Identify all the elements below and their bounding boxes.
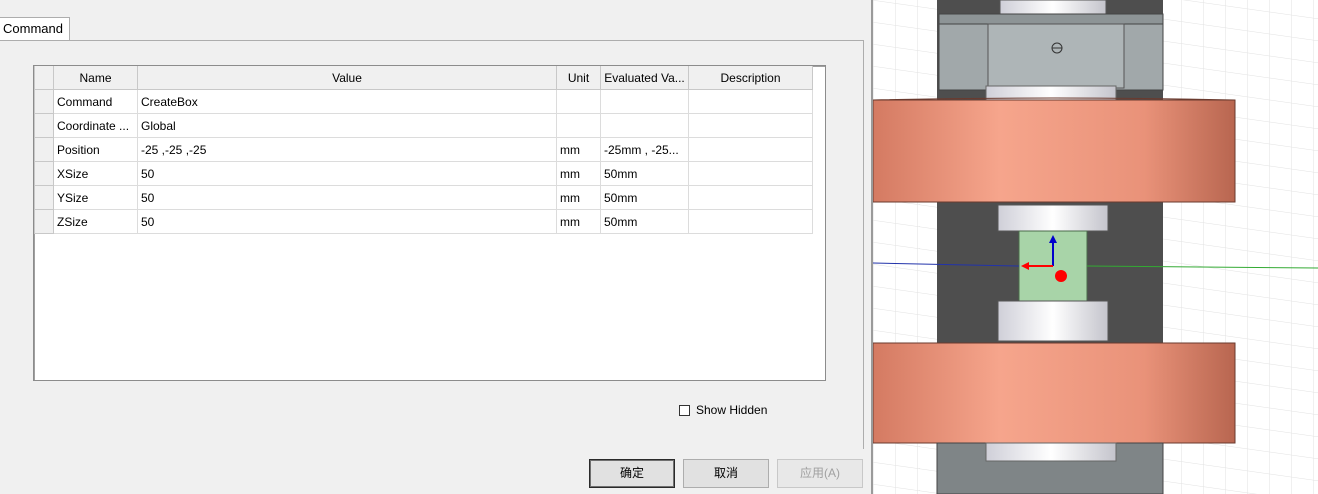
row-header[interactable] xyxy=(34,209,54,234)
cell-name: Command xyxy=(53,89,138,114)
cell-name: Coordinate ... xyxy=(53,113,138,138)
column-header-evaluated-value[interactable]: Evaluated Va... xyxy=(600,66,689,90)
column-header-description[interactable]: Description xyxy=(688,66,813,90)
cell-unit[interactable]: mm xyxy=(556,185,601,210)
cell-name: XSize xyxy=(53,161,138,186)
cell-evaluated: -25mm , -25... xyxy=(600,137,689,162)
cancel-button[interactable]: 取消 xyxy=(683,459,769,488)
cell-description[interactable] xyxy=(688,113,813,138)
cell-value[interactable]: Global xyxy=(137,113,557,138)
cell-evaluated: 50mm xyxy=(600,209,689,234)
viewport-canvas[interactable] xyxy=(873,0,1318,494)
row-header[interactable] xyxy=(34,113,54,138)
cell-name: YSize xyxy=(53,185,138,210)
model-viewport[interactable] xyxy=(873,0,1318,494)
show-hidden-checkbox[interactable]: Show Hidden xyxy=(679,403,767,417)
cell-description[interactable] xyxy=(688,161,813,186)
row-header[interactable] xyxy=(34,161,54,186)
table-header-row: Name Value Unit Evaluated Va... Descript… xyxy=(34,66,813,90)
table-row[interactable]: Coordinate ... Global xyxy=(34,113,813,138)
table-row[interactable]: YSize 50 mm 50mm xyxy=(34,185,813,210)
cell-evaluated xyxy=(600,113,689,138)
cell-unit[interactable] xyxy=(556,113,601,138)
ok-button[interactable]: 确定 xyxy=(589,459,675,488)
cell-evaluated: 50mm xyxy=(600,161,689,186)
cell-value[interactable]: 50 xyxy=(137,209,557,234)
apply-button[interactable]: 应用(A) xyxy=(777,459,863,488)
column-header-name[interactable]: Name xyxy=(53,66,138,90)
cell-evaluated xyxy=(600,89,689,114)
cell-unit[interactable]: mm xyxy=(556,137,601,162)
cell-unit[interactable] xyxy=(556,89,601,114)
lower-inner-cylinder xyxy=(997,300,1109,342)
cell-value[interactable]: CreateBox xyxy=(137,89,557,114)
cell-evaluated: 50mm xyxy=(600,185,689,210)
row-header[interactable] xyxy=(34,185,54,210)
property-table: Name Value Unit Evaluated Va... Descript… xyxy=(34,66,813,234)
column-header-unit[interactable]: Unit xyxy=(556,66,601,90)
row-header[interactable] xyxy=(34,137,54,162)
cell-unit[interactable]: mm xyxy=(556,209,601,234)
column-header-value[interactable]: Value xyxy=(137,66,557,90)
top-frame-block xyxy=(938,13,1164,91)
row-header-corner xyxy=(34,66,54,90)
cell-description[interactable] xyxy=(688,209,813,234)
cell-value[interactable]: -25 ,-25 ,-25 xyxy=(137,137,557,162)
cell-name: ZSize xyxy=(53,209,138,234)
lower-copper-ring xyxy=(873,342,1236,444)
cell-description[interactable] xyxy=(688,185,813,210)
cell-unit[interactable]: mm xyxy=(556,161,601,186)
checkbox-box[interactable] xyxy=(679,404,690,416)
bottom-collar xyxy=(985,442,1117,462)
show-hidden-label: Show Hidden xyxy=(696,403,768,417)
tab-command[interactable]: Command xyxy=(0,17,70,41)
cell-name: Position xyxy=(53,137,138,162)
upper-inner-cylinder xyxy=(997,204,1109,232)
cell-description[interactable] xyxy=(688,137,813,162)
row-header[interactable] xyxy=(34,89,54,114)
cell-description[interactable] xyxy=(688,89,813,114)
table-row[interactable]: Command CreateBox xyxy=(34,89,813,114)
cell-value[interactable]: 50 xyxy=(137,185,557,210)
properties-dialog: Command Name Value Unit Evaluated Va... … xyxy=(0,0,872,494)
cell-value[interactable]: 50 xyxy=(137,161,557,186)
table-row[interactable]: XSize 50 mm 50mm xyxy=(34,161,813,186)
property-grid[interactable]: Name Value Unit Evaluated Va... Descript… xyxy=(33,65,826,381)
table-row[interactable]: Position -25 ,-25 ,-25 mm -25mm , -25... xyxy=(34,137,813,162)
upper-copper-ring xyxy=(873,97,1236,203)
table-row[interactable]: ZSize 50 mm 50mm xyxy=(34,209,813,234)
